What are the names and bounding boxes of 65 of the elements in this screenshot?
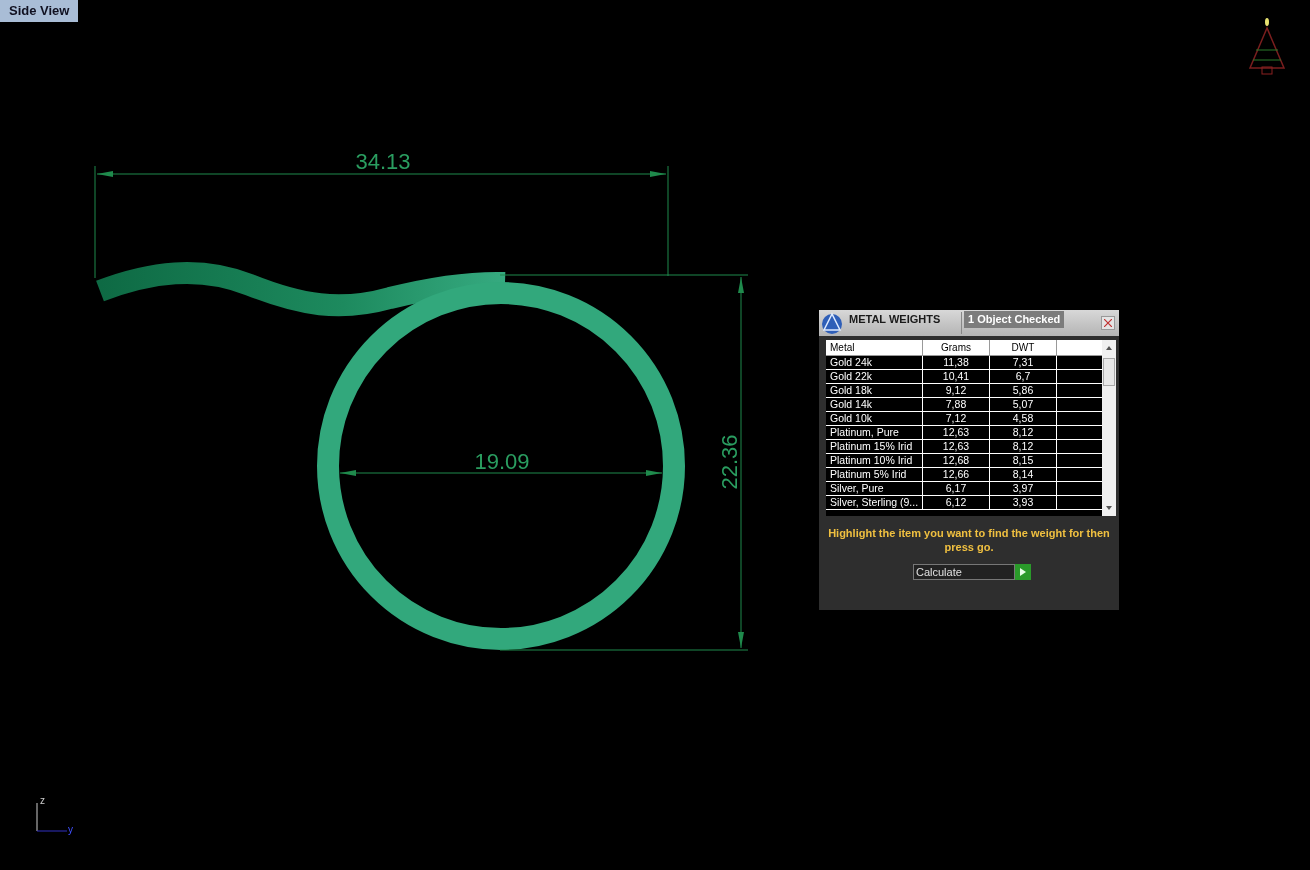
table-cell: 9,12 <box>923 384 990 397</box>
table-cell: Gold 14k <box>826 398 923 411</box>
table-cell: Gold 24k <box>826 356 923 369</box>
status-text: 1 Object Checked <box>964 311 1065 328</box>
table-cell: 3,93 <box>990 496 1057 509</box>
table-row[interactable]: Gold 10k 7,12 4,58 <box>826 412 1102 426</box>
table-cell: Platinum, Pure <box>826 426 923 439</box>
table-row[interactable]: Gold 22k 10,41 6,7 <box>826 370 1102 384</box>
table-cell: 8,12 <box>990 440 1057 453</box>
table-row[interactable]: Platinum, Pure 12,63 8,12 <box>826 426 1102 440</box>
instruction-text: Highlight the item you want to find the weight for then press go. <box>827 526 1111 554</box>
table-cell: 8,12 <box>990 426 1057 439</box>
scroll-up-icon <box>1105 344 1113 352</box>
scroll-thumb[interactable] <box>1103 358 1115 386</box>
table-cell: Gold 10k <box>826 412 923 425</box>
tree-icon <box>1248 18 1286 75</box>
dimension-label: 34.13 <box>355 149 411 174</box>
table-cell: 5,86 <box>990 384 1057 397</box>
table-row[interactable]: Platinum 5% Irid 12,66 8,14 <box>826 468 1102 482</box>
table-cell: 12,66 <box>923 468 990 481</box>
table-cell: 4,58 <box>990 412 1057 425</box>
close-button[interactable] <box>1101 316 1115 330</box>
table-cell: Gold 22k <box>826 370 923 383</box>
play-icon <box>1020 568 1026 576</box>
table-cell: 11,38 <box>923 356 990 369</box>
table-cell: Silver, Sterling (9... <box>826 496 923 509</box>
table-cell: Platinum 5% Irid <box>826 468 923 481</box>
dimension-label: 22.36 <box>717 434 742 490</box>
column-header[interactable]: Grams <box>923 340 990 355</box>
table-cell: 8,14 <box>990 468 1057 481</box>
dimension-label: 19.09 <box>474 449 530 474</box>
table-cell: 6,17 <box>923 482 990 495</box>
table-cell: 10,41 <box>923 370 990 383</box>
table-row[interactable]: Silver, Sterling (9... 6,12 3,93 <box>826 496 1102 510</box>
table-cell: 6,7 <box>990 370 1057 383</box>
table-cell: Platinum 10% Irid <box>826 454 923 467</box>
table-cell: 7,88 <box>923 398 990 411</box>
scroll-down-icon <box>1105 504 1113 512</box>
table-cell: 8,15 <box>990 454 1057 467</box>
pyramid-icon <box>820 311 844 335</box>
table-cell: 6,12 <box>923 496 990 509</box>
table-row[interactable]: Gold 24k 11,38 7,31 <box>826 356 1102 370</box>
scrollbar[interactable] <box>1102 340 1116 516</box>
table-row[interactable]: Gold 18k 9,12 5,86 <box>826 384 1102 398</box>
table-cell: 12,63 <box>923 426 990 439</box>
table-cell: Gold 18k <box>826 384 923 397</box>
view-label: Side View <box>0 0 79 22</box>
table-cell: Platinum 15% Irid <box>826 440 923 453</box>
table-cell: Silver, Pure <box>826 482 923 495</box>
table-row[interactable]: Silver, Pure 6,17 3,97 <box>826 482 1102 496</box>
table-cell: 7,12 <box>923 412 990 425</box>
table-cell: 5,07 <box>990 398 1057 411</box>
column-header[interactable]: DWT <box>990 340 1057 355</box>
table-cell: 7,31 <box>990 356 1057 369</box>
table-row[interactable]: Platinum 15% Irid 12,63 8,12 <box>826 440 1102 454</box>
column-header[interactable]: Metal <box>826 340 923 355</box>
table-row[interactable]: Platinum 10% Irid 12,68 8,15 <box>826 454 1102 468</box>
table-row[interactable]: Gold 14k 7,88 5,07 <box>826 398 1102 412</box>
panel-title: METAL WEIGHTS <box>849 312 942 327</box>
close-icon <box>1104 319 1112 327</box>
table-cell: 12,63 <box>923 440 990 453</box>
action-field[interactable]: Calculate <box>913 564 1015 580</box>
table-cell: 3,97 <box>990 482 1057 495</box>
go-button[interactable] <box>1015 564 1031 580</box>
table-cell: 12,68 <box>923 454 990 467</box>
